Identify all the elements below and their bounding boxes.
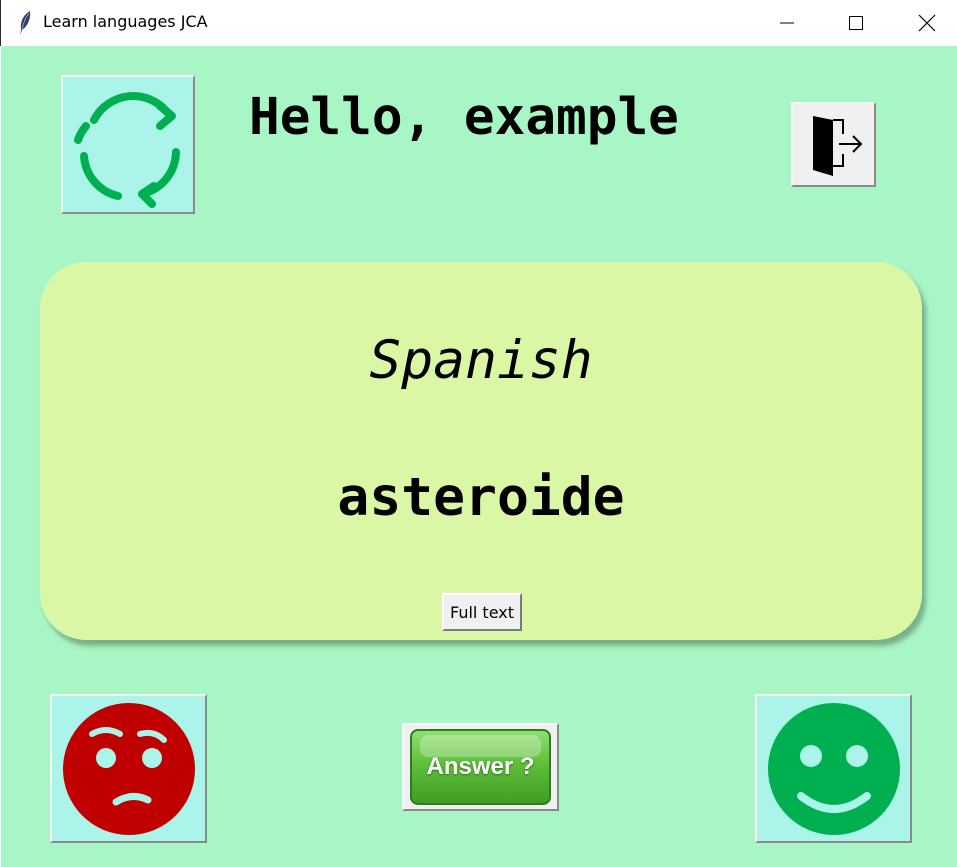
- exit-door-icon: [812, 115, 862, 176]
- card-language: Spanish: [369, 330, 593, 391]
- card-word: asteroide: [337, 467, 625, 528]
- close-button[interactable]: [904, 0, 950, 46]
- refresh-cycle-icon: [74, 91, 180, 208]
- title-bar: Learn languages JCA: [0, 0, 957, 46]
- feather-icon: [20, 11, 31, 35]
- window-title: Learn languages JCA: [43, 12, 208, 31]
- maximize-button[interactable]: [833, 0, 879, 46]
- correct-answer-button[interactable]: [755, 694, 912, 843]
- minimize-icon: [780, 22, 794, 24]
- wrong-answer-button[interactable]: [50, 694, 207, 843]
- greeting-heading: Hello, example: [249, 88, 679, 147]
- answer-label: Answer ?: [426, 753, 535, 780]
- flashcard: Spanish asteroide Full text: [40, 262, 922, 640]
- exit-button[interactable]: [791, 102, 876, 187]
- app-window: Hello, example Spanish asteroide Full te…: [1, 46, 957, 867]
- happy-face-icon: [767, 702, 900, 835]
- maximize-icon: [849, 16, 863, 30]
- minimize-button[interactable]: [764, 0, 810, 46]
- refresh-button[interactable]: [61, 75, 195, 214]
- answer-button[interactable]: Answer ?: [402, 723, 559, 811]
- sad-face-icon: [62, 702, 195, 835]
- close-icon: [918, 14, 936, 32]
- full-text-button[interactable]: Full text: [442, 593, 522, 631]
- answer-graphic: Answer ?: [410, 729, 551, 805]
